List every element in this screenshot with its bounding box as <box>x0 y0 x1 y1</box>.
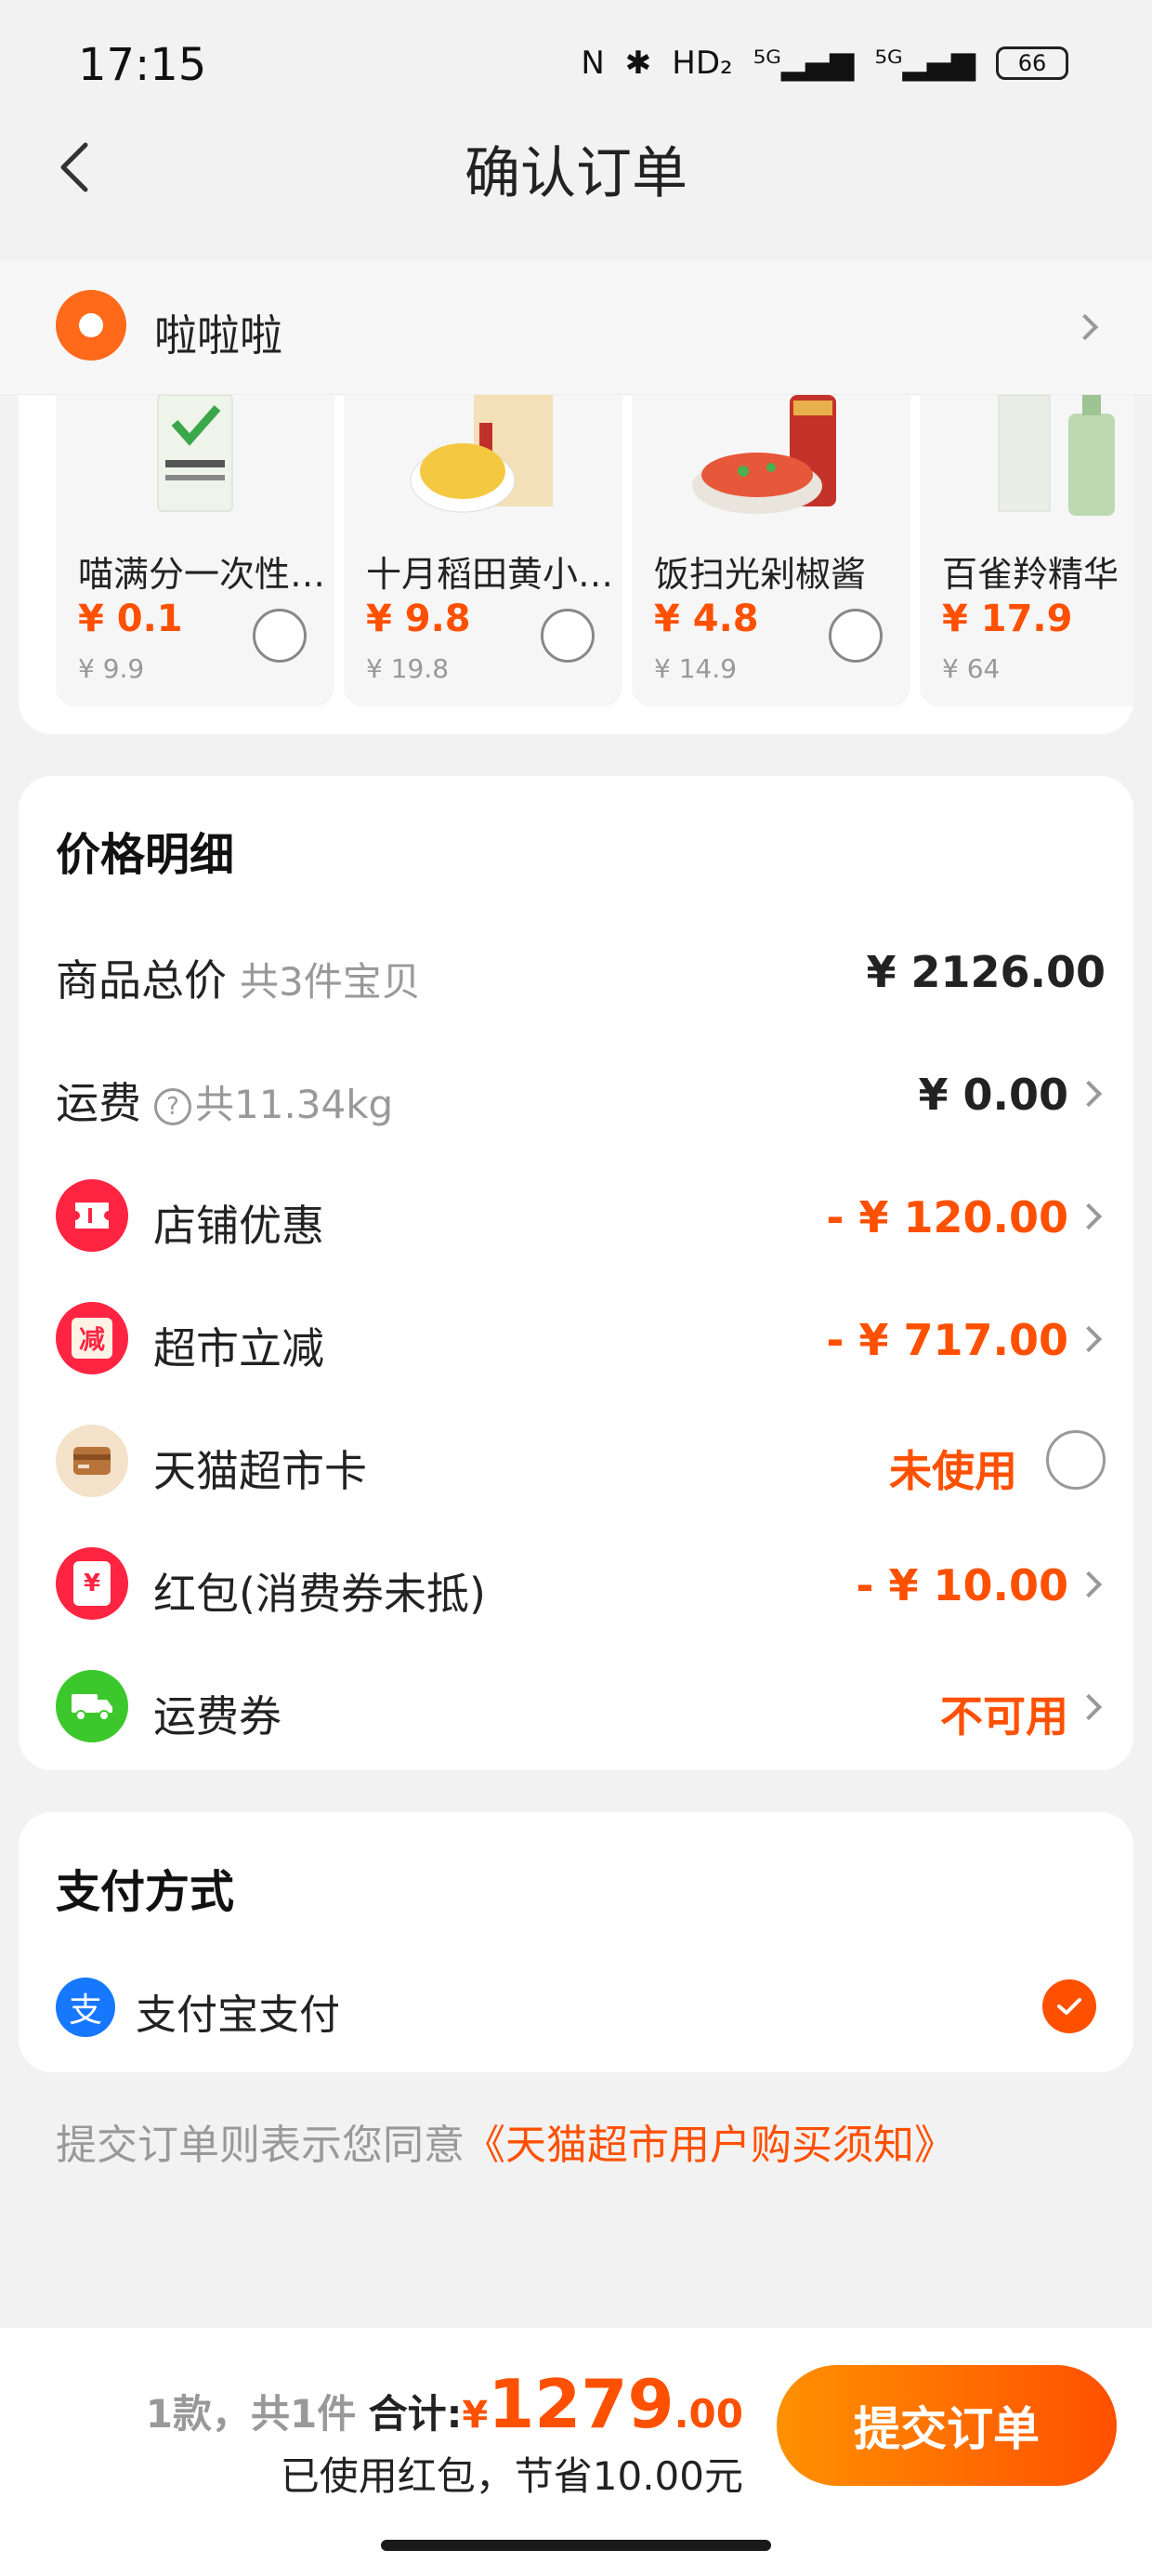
product-item[interactable]: 十月稻田黄小… ¥ 9.8 ¥ 19.8 <box>344 395 622 706</box>
market-discount-label: 超市立减 <box>153 1323 324 1373</box>
card-icon <box>56 1425 128 1497</box>
shipping-coupon-value: 不可用 <box>940 1691 1068 1741</box>
product-original-price: ¥ 19.8 <box>366 653 450 684</box>
product-select-radio[interactable] <box>253 609 307 663</box>
chevron-right-icon <box>1075 1080 1103 1108</box>
red-packet-row[interactable]: ¥ 红包(消费券未抵) - ¥ 10.00 <box>56 1547 1106 1622</box>
chevron-right-icon <box>1075 1203 1103 1230</box>
shipping-coupon-row[interactable]: 运费券 不可用 <box>56 1670 1106 1744</box>
product-item[interactable]: 饭扫光剁椒酱 ¥ 4.8 ¥ 14.9 <box>632 395 910 706</box>
saved-text: 已使用红包，节省10.00元 <box>280 2453 743 2499</box>
status-icons: N ✱ HD₂ ⁵ᴳ▂▄▆ ⁵ᴳ▂▄▆ 66 <box>581 45 1068 82</box>
nfc-icon: N <box>581 45 605 82</box>
product-image <box>692 395 836 514</box>
discount-icon: 减 <box>56 1302 128 1374</box>
product-item[interactable]: 喵满分一次性… ¥ 0.1 ¥ 9.9 <box>56 395 334 706</box>
product-name: 十月稻田黄小… <box>366 554 614 595</box>
product-image <box>157 395 233 512</box>
confirm-order-page: 17:15 N ✱ HD₂ ⁵ᴳ▂▄▆ ⁵ᴳ▂▄▆ 66 确认订单 啦啦啦 喵满… <box>0 0 1152 2576</box>
product-price: ¥ 17.9 <box>942 598 1073 640</box>
payment-title: 支付方式 <box>56 1866 235 1918</box>
product-name: 百雀羚精华 <box>942 554 1119 595</box>
shipping-value: ¥ 0.00 <box>918 1070 1068 1120</box>
product-select-radio[interactable] <box>541 609 595 663</box>
products-card: 喵满分一次性… ¥ 0.1 ¥ 9.9 十月稻田黄小… ¥ 9.8 ¥ 19.8 <box>19 395 1133 734</box>
goods-total-label: 商品总价 <box>56 955 227 1005</box>
shop-discount-value: - ¥ 120.00 <box>826 1192 1068 1242</box>
market-discount-row[interactable]: 减 超市立减 - ¥ 717.00 <box>56 1302 1106 1376</box>
status-time: 17:15 <box>78 39 207 91</box>
check-icon <box>1057 1998 1081 2015</box>
goods-count: 共3件宝贝 <box>240 959 421 1005</box>
product-image <box>410 395 553 513</box>
total-label: 合计: <box>368 2391 463 2437</box>
market-card-radio[interactable] <box>1046 1430 1106 1490</box>
signal-icon-1: ⁵ᴳ▂▄▆ <box>753 45 855 82</box>
agreement-link[interactable]: 《天猫超市用户购买须知》 <box>465 2122 955 2169</box>
product-image <box>998 395 1115 516</box>
product-item[interactable]: 百雀羚精华 ¥ 17.9 ¥ 64 <box>920 395 1133 706</box>
price-detail-title: 价格明细 <box>56 829 235 881</box>
product-name: 饭扫光剁椒酱 <box>654 554 867 595</box>
order-summary: 1款，共1件 合计:¥1279.00 <box>146 2365 743 2443</box>
home-indicator[interactable] <box>381 2540 771 2551</box>
bluetooth-icon: ✱ <box>624 45 652 82</box>
status-bar: 17:15 N ✱ HD₂ ⁵ᴳ▂▄▆ ⁵ᴳ▂▄▆ 66 <box>0 0 1152 130</box>
alipay-icon: 支 <box>56 1978 115 2037</box>
payment-card: 支付方式 支 支付宝支付 <box>19 1812 1133 2072</box>
product-price: ¥ 0.1 <box>78 598 183 640</box>
product-original-price: ¥ 14.9 <box>654 653 738 684</box>
product-price: ¥ 4.8 <box>654 598 759 640</box>
address-name: 啦啦啦 <box>154 310 282 361</box>
goods-total-value: ¥ 2126.00 <box>866 947 1106 997</box>
product-original-price: ¥ 64 <box>942 653 1001 684</box>
payment-method-label[interactable]: 支付宝支付 <box>136 1981 340 2041</box>
red-packet-label: 红包(消费券未抵) <box>153 1569 486 1619</box>
submit-order-button[interactable]: 提交订单 <box>777 2365 1117 2486</box>
chevron-right-icon <box>1071 313 1099 341</box>
currency-symbol: ¥ <box>462 2394 489 2437</box>
market-discount-value: - ¥ 717.00 <box>826 1315 1068 1365</box>
hd-icon: HD₂ <box>672 45 733 82</box>
shipping-row[interactable]: 运费? 共11.34kg ¥ 0.00 <box>56 1057 1106 1131</box>
market-card-row[interactable]: 天猫超市卡 未使用 <box>56 1425 1106 1499</box>
product-name: 喵满分一次性… <box>78 554 326 595</box>
product-select-radio[interactable] <box>829 609 883 663</box>
chevron-right-icon <box>1075 1571 1103 1598</box>
help-icon[interactable]: ? <box>154 1088 191 1125</box>
red-packet-icon: ¥ <box>56 1547 128 1620</box>
shop-discount-row[interactable]: 店铺优惠 - ¥ 120.00 <box>56 1179 1106 1254</box>
red-packet-value: - ¥ 10.00 <box>856 1560 1068 1610</box>
shipping-coupon-label: 运费券 <box>153 1691 281 1741</box>
battery-icon: 66 <box>996 46 1068 80</box>
signal-icon-2: ⁵ᴳ▂▄▆ <box>874 45 975 82</box>
shop-discount-label: 店铺优惠 <box>153 1201 324 1251</box>
shipping-weight: 共11.34kg <box>195 1082 394 1127</box>
payment-selected-check[interactable] <box>1042 1979 1096 2033</box>
product-original-price: ¥ 9.9 <box>78 653 145 684</box>
total-amount-dec: .00 <box>674 2391 743 2437</box>
price-detail-card: 价格明细 商品总价 共3件宝贝 ¥ 2126.00 运费? 共11.34kg ¥ 0… <box>19 776 1133 1770</box>
agreement-prefix: 提交订单则表示您同意 <box>56 2122 465 2169</box>
agreement-text: 提交订单则表示您同意《天猫超市用户购买须知》 <box>56 2111 955 2171</box>
item-count: 1款，共1件 <box>145 2391 357 2437</box>
product-list[interactable]: 喵满分一次性… ¥ 0.1 ¥ 9.9 十月稻田黄小… ¥ 9.8 ¥ 19.8 <box>56 395 1133 706</box>
total-amount-int: 1279 <box>488 2365 674 2443</box>
ticket-icon <box>56 1179 128 1252</box>
bottom-bar: 1款，共1件 合计:¥1279.00 已使用红包，节省10.00元 提交订单 <box>0 2328 1152 2576</box>
truck-icon <box>56 1670 128 1742</box>
product-price: ¥ 9.8 <box>366 598 471 640</box>
chevron-right-icon <box>1075 1693 1103 1721</box>
shipping-label: 运费 <box>56 1078 141 1128</box>
market-card-value: 未使用 <box>889 1446 1017 1496</box>
address-bar[interactable]: 啦啦啦 <box>0 260 1152 395</box>
market-card-label: 天猫超市卡 <box>153 1446 367 1496</box>
chevron-right-icon <box>1075 1325 1103 1353</box>
location-pin-icon <box>56 290 126 361</box>
goods-total-row: 商品总价 共3件宝贝 ¥ 2126.00 <box>56 934 1106 1008</box>
page-title: 确认订单 <box>465 141 687 206</box>
